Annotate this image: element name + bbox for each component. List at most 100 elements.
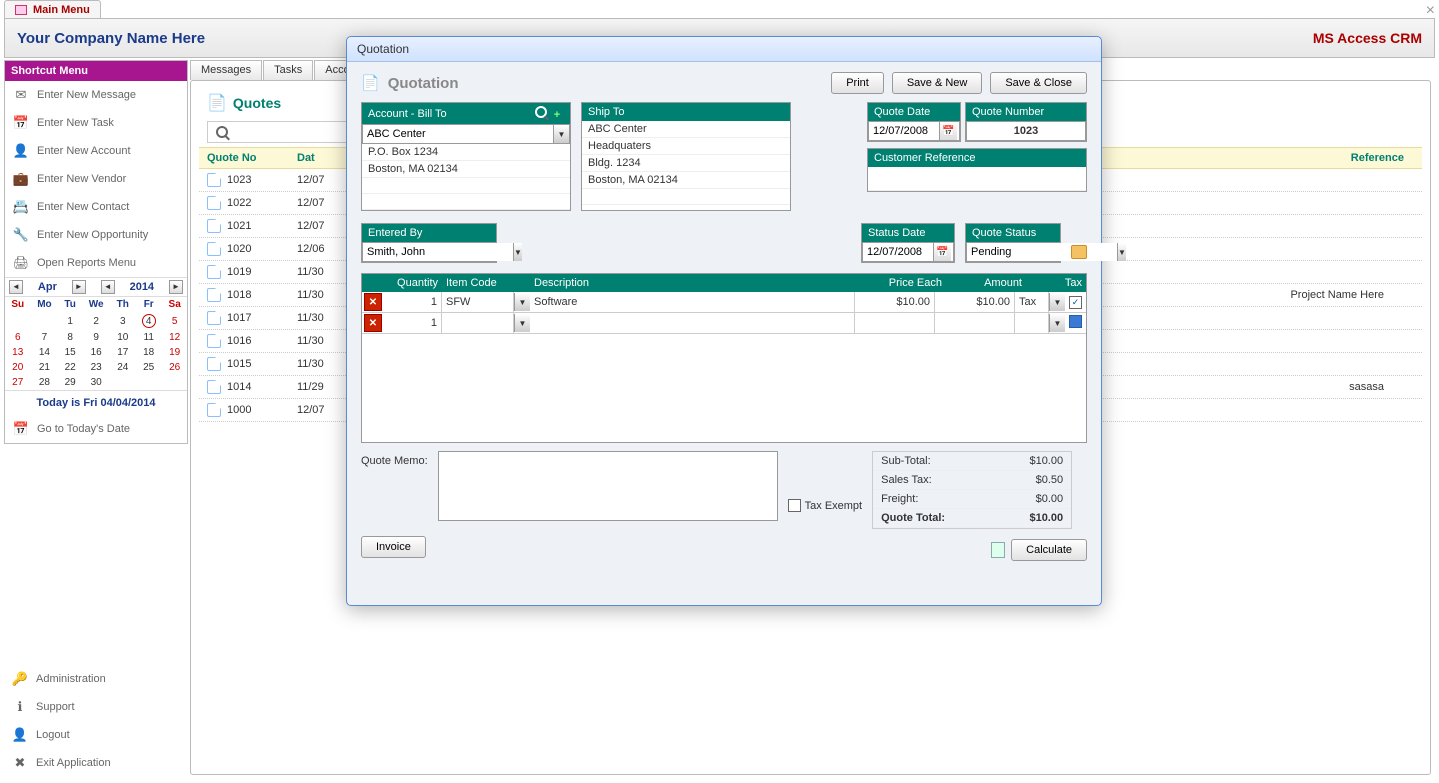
calendar-icon[interactable]: 📅 <box>933 243 951 261</box>
quote-memo-textarea[interactable] <box>438 451 778 521</box>
tax-exempt-checkbox[interactable] <box>788 499 801 512</box>
sidebar-item[interactable]: 📅Enter New Task <box>5 109 187 137</box>
save-new-button[interactable]: Save & New <box>892 72 983 94</box>
calendar-day[interactable]: 10 <box>110 330 135 345</box>
calendar-day[interactable]: 8 <box>58 330 81 345</box>
quote-status-select[interactable]: ▼ <box>966 242 1060 262</box>
ship-to-line5[interactable] <box>582 189 790 205</box>
folder-icon[interactable] <box>1071 245 1087 259</box>
dropdown-arrow-icon[interactable]: ▼ <box>1049 293 1065 311</box>
tab[interactable]: Messages <box>190 60 262 80</box>
bill-to-line5[interactable] <box>362 194 570 210</box>
search-icon[interactable] <box>535 106 547 118</box>
calendar-day[interactable] <box>162 375 187 390</box>
calendar-day[interactable]: 1 <box>58 312 81 330</box>
calendar-day[interactable]: 7 <box>30 330 58 345</box>
line-amount[interactable] <box>935 313 1015 333</box>
month-prev-button[interactable]: ◄ <box>9 280 23 294</box>
invoice-button[interactable]: Invoice <box>361 536 426 558</box>
tax-checkbox[interactable]: ✓ <box>1069 296 1082 309</box>
calendar-day[interactable]: 18 <box>135 345 162 360</box>
sidebar-bottom-item[interactable]: 🔑Administration <box>4 665 188 693</box>
save-close-button[interactable]: Save & Close <box>990 72 1087 94</box>
bill-to-line2[interactable]: P.O. Box 1234 <box>362 144 570 161</box>
year-next-button[interactable]: ► <box>169 280 183 294</box>
calendar-day[interactable] <box>5 312 30 330</box>
ship-to-line1[interactable]: ABC Center <box>582 121 790 138</box>
blue-square-icon[interactable] <box>1069 315 1082 328</box>
calendar-day[interactable]: 20 <box>5 360 30 375</box>
calendar-day[interactable]: 14 <box>30 345 58 360</box>
bill-to-company[interactable] <box>363 125 553 143</box>
line-qty[interactable]: 1 <box>384 313 442 333</box>
calendar-day[interactable]: 22 <box>58 360 81 375</box>
calendar-day[interactable]: 5 <box>162 312 187 330</box>
calendar-day[interactable] <box>135 375 162 390</box>
calendar-day[interactable]: 27 <box>5 375 30 390</box>
calendar-day[interactable]: 29 <box>58 375 81 390</box>
quote-status-value[interactable] <box>967 243 1117 261</box>
calendar-day[interactable]: 28 <box>30 375 58 390</box>
calendar-day[interactable]: 12 <box>162 330 187 345</box>
calculate-button[interactable]: Calculate <box>1011 539 1087 561</box>
line-code[interactable] <box>442 313 514 333</box>
sidebar-item[interactable]: 🔧Enter New Opportunity <box>5 221 187 249</box>
line-tax[interactable] <box>1015 313 1049 333</box>
entered-by-value[interactable] <box>363 243 513 261</box>
line-price[interactable] <box>855 313 935 333</box>
entered-by-select[interactable]: ▼ <box>362 242 496 262</box>
calendar-day[interactable]: 25 <box>135 360 162 375</box>
sidebar-item[interactable]: ✉Enter New Message <box>5 81 187 109</box>
dropdown-arrow-icon[interactable]: ▼ <box>553 125 569 143</box>
quote-date-input[interactable] <box>869 122 939 140</box>
line-qty[interactable]: 1 <box>384 292 442 312</box>
calendar-day[interactable]: 24 <box>110 360 135 375</box>
calendar-day[interactable]: 15 <box>58 345 81 360</box>
calendar-day[interactable]: 2 <box>82 312 111 330</box>
dialog-titlebar[interactable]: Quotation <box>347 37 1101 62</box>
goto-today-button[interactable]: 📅 Go to Today's Date <box>5 415 187 443</box>
calendar-day[interactable]: 30 <box>82 375 111 390</box>
sidebar-bottom-item[interactable]: ℹSupport <box>4 693 188 721</box>
calendar-day[interactable]: 19 <box>162 345 187 360</box>
line-desc[interactable]: Software <box>530 292 855 312</box>
calendar-day[interactable]: 11 <box>135 330 162 345</box>
calendar-day[interactable]: 4 <box>135 312 162 330</box>
line-amount[interactable]: $10.00 <box>935 292 1015 312</box>
line-price[interactable]: $10.00 <box>855 292 935 312</box>
line-row[interactable]: ✕1 ▼ ▼ <box>362 313 1086 334</box>
bill-to-company-select[interactable]: ▼ <box>362 124 570 144</box>
ship-to-line3[interactable]: Bldg. 1234 <box>582 155 790 172</box>
dropdown-arrow-icon[interactable]: ▼ <box>1117 243 1126 261</box>
ship-to-line4[interactable]: Boston, MA 02134 <box>582 172 790 189</box>
calendar-day[interactable]: 23 <box>82 360 111 375</box>
dropdown-arrow-icon[interactable]: ▼ <box>514 314 530 332</box>
month-next-button[interactable]: ► <box>72 280 86 294</box>
calendar-day[interactable]: 13 <box>5 345 30 360</box>
dropdown-arrow-icon[interactable]: ▼ <box>1049 314 1065 332</box>
sidebar-item[interactable]: 💼Enter New Vendor <box>5 165 187 193</box>
delete-line-button[interactable]: ✕ <box>364 314 382 332</box>
calendar-day[interactable]: 21 <box>30 360 58 375</box>
bill-to-line3[interactable]: Boston, MA 02134 <box>362 161 570 178</box>
search-box[interactable] <box>207 121 347 143</box>
sidebar-item[interactable]: 👤Enter New Account <box>5 137 187 165</box>
calendar-day[interactable]: 6 <box>5 330 30 345</box>
calendar-day[interactable]: 9 <box>82 330 111 345</box>
dropdown-arrow-icon[interactable]: ▼ <box>514 293 530 311</box>
calendar-day[interactable]: 3 <box>110 312 135 330</box>
calendar-icon[interactable]: 📅 <box>939 122 957 140</box>
line-code[interactable]: SFW <box>442 292 514 312</box>
status-date-input[interactable] <box>863 243 933 261</box>
sidebar-bottom-item[interactable]: ✖Exit Application <box>4 749 188 777</box>
tab[interactable]: Tasks <box>263 60 313 80</box>
window-tab[interactable]: Main Menu <box>4 0 101 18</box>
sidebar-bottom-item[interactable]: 👤Logout <box>4 721 188 749</box>
customer-ref-input[interactable] <box>868 167 1086 191</box>
delete-line-button[interactable]: ✕ <box>364 293 382 311</box>
dropdown-arrow-icon[interactable]: ▼ <box>513 243 522 261</box>
calendar-day[interactable] <box>30 312 58 330</box>
print-button[interactable]: Print <box>831 72 884 94</box>
line-desc[interactable] <box>530 313 855 333</box>
line-tax[interactable]: Tax <box>1015 292 1049 312</box>
